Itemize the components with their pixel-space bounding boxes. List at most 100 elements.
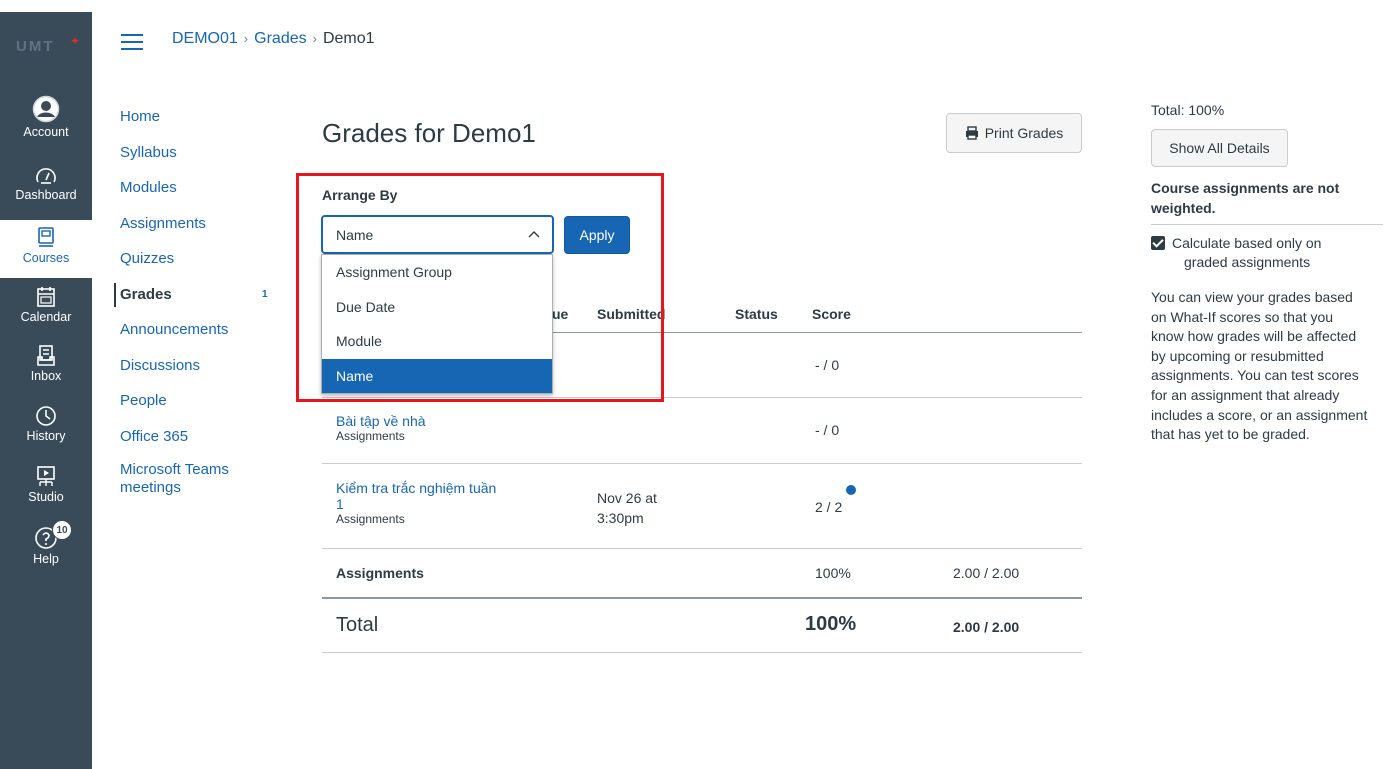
assignment-group-label: Assignments	[336, 429, 405, 443]
history-icon	[36, 406, 56, 426]
assignment-name-line1: Kiểm tra trắc nghiệm tuần	[336, 480, 497, 496]
nav-help[interactable]: Help 10	[0, 520, 92, 576]
nav-courses[interactable]: Courses	[0, 220, 92, 278]
whatif-line: for an assignment that already	[1151, 386, 1340, 403]
row3-score: 2 / 2	[815, 499, 843, 515]
option-assignment-group[interactable]: Assignment Group	[322, 255, 552, 290]
checkbox-line2: graded assignments	[1184, 254, 1311, 270]
header-score[interactable]: Score	[812, 306, 851, 322]
inbox-icon	[37, 345, 55, 366]
course-nav-assignments[interactable]: Assignments	[120, 213, 280, 249]
submitted-line2: 3:30pm	[597, 510, 644, 526]
nav-calendar[interactable]: Calendar	[0, 286, 92, 336]
calendar-icon	[37, 287, 55, 307]
row2-score: - / 0	[815, 422, 840, 438]
nav-account-label: Account	[23, 125, 69, 139]
assignment-name-line2: 1	[336, 496, 344, 512]
breadcrumb-separator: ›	[312, 31, 317, 46]
apply-button[interactable]: Apply	[564, 216, 630, 254]
assignment-link-kiem-tra[interactable]: Kiểm tra trắc nghiệm tuần 1	[336, 480, 496, 512]
total-percent: Total: 100%	[1151, 102, 1225, 118]
hamburger-menu-icon[interactable]	[121, 34, 143, 52]
header-due[interactable]: ue	[552, 306, 568, 322]
weighted-line1: Course assignments are not	[1151, 180, 1340, 196]
course-nav-grades[interactable]: Grades 1	[114, 282, 280, 320]
nav-calendar-label: Calendar	[20, 310, 72, 324]
row-divider	[322, 548, 1082, 549]
graded-only-checkbox[interactable]	[1151, 236, 1165, 250]
weighted-line2: weighted.	[1151, 200, 1216, 216]
whatif-line: by upcoming or resubmitted	[1151, 347, 1324, 364]
grades-count-badge: 1	[262, 288, 268, 300]
option-due-date[interactable]: Due Date	[322, 290, 552, 325]
total-row-percent: 100%	[805, 613, 857, 635]
umt-logo[interactable]: UMT ✦	[16, 34, 80, 58]
total-divider	[322, 597, 1082, 599]
whatif-line: that has yet to be graded.	[1151, 426, 1310, 443]
breadcrumb-current: Demo1	[322, 30, 375, 47]
dashboard-icon	[36, 168, 56, 184]
breadcrumb-separator: ›	[243, 31, 249, 46]
total-row-name: Total	[336, 614, 379, 636]
submitted-line1: Nov 26 at	[597, 490, 657, 506]
option-module[interactable]: Module	[322, 324, 552, 359]
checkbox-line1: Calculate based only on	[1172, 235, 1322, 251]
course-nav-discussions[interactable]: Discussions	[120, 355, 280, 391]
course-nav-grades-label: Grades	[120, 285, 172, 303]
arrange-by-select[interactable]: Name	[321, 215, 554, 254]
print-grades-button[interactable]: Print Grades	[946, 113, 1082, 153]
courses-icon	[38, 227, 54, 247]
nav-dashboard-label: Dashboard	[15, 188, 77, 202]
table-row: Bài tập về nhà Assignments	[336, 413, 426, 443]
whatif-line: know how grades will be affected	[1151, 328, 1357, 345]
header-submitted[interactable]: Submitted	[597, 306, 665, 322]
global-nav: UMT ✦ Account Dashboard Courses Calendar …	[0, 0, 92, 769]
header-status[interactable]: Status	[735, 306, 778, 322]
whatif-line: includes a score, or an assignment	[1151, 406, 1368, 423]
arrange-by-label: Arrange By	[322, 187, 398, 203]
studio-icon	[37, 466, 55, 486]
group-row-name: Assignments	[336, 565, 424, 581]
sidebar-divider	[1151, 224, 1383, 225]
whatif-line: assignments. You can test scores	[1151, 367, 1359, 384]
course-nav-modules[interactable]: Modules	[120, 177, 280, 213]
breadcrumb-course[interactable]: DEMO01	[172, 30, 238, 47]
option-name[interactable]: Name	[322, 358, 552, 393]
print-grades-label: Print Grades	[984, 125, 1064, 141]
unread-dot-icon	[846, 485, 856, 495]
nav-studio[interactable]: Studio	[0, 466, 92, 516]
course-nav: Home Syllabus Modules Assignments Quizze…	[114, 106, 280, 497]
row3-submitted: Nov 26 at 3:30pm	[597, 488, 657, 528]
course-nav-office365[interactable]: Office 365	[120, 426, 280, 462]
account-icon	[32, 95, 60, 123]
nav-history[interactable]: History	[0, 405, 92, 455]
course-nav-quizzes[interactable]: Quizzes	[120, 248, 280, 284]
show-all-details-button[interactable]: Show All Details	[1151, 129, 1288, 167]
course-nav-syllabus[interactable]: Syllabus	[120, 142, 280, 178]
nav-dashboard[interactable]: Dashboard	[0, 166, 92, 218]
assignment-link-bai-tap[interactable]: Bài tập về nhà	[336, 413, 426, 429]
group-row-percent: 100%	[815, 565, 851, 581]
page-title: Grades for Demo1	[322, 118, 536, 148]
nav-inbox[interactable]: Inbox	[0, 345, 92, 395]
logo-star-icon: ✦	[70, 34, 83, 48]
logo-text: UMT	[16, 38, 55, 55]
nav-inbox-label: Inbox	[30, 369, 62, 383]
row-divider	[322, 397, 1082, 398]
breadcrumb: DEMO01 › Grades › Demo1	[172, 30, 375, 48]
course-nav-home[interactable]: Home	[120, 106, 280, 142]
nav-history-label: History	[26, 429, 66, 443]
breadcrumb-grades[interactable]: Grades	[254, 30, 306, 47]
chevron-up-icon	[528, 231, 540, 238]
weighted-note: Course assignments are not weighted.	[1151, 178, 1339, 218]
global-nav-top-strip	[0, 0, 92, 12]
whatif-line: You can view your grades based	[1151, 289, 1353, 305]
course-nav-people[interactable]: People	[120, 390, 280, 426]
course-nav-teams[interactable]: Microsoft Teams meetings	[120, 461, 250, 497]
course-nav-announcements[interactable]: Announcements	[120, 319, 280, 355]
arrange-by-dropdown: Assignment Group Due Date Module Name	[321, 254, 553, 394]
group-row-points: 2.00 / 2.00	[953, 565, 1020, 581]
table-row: Kiểm tra trắc nghiệm tuần 1 Assignments	[336, 480, 496, 526]
nav-account[interactable]: Account	[0, 95, 92, 155]
help-badge: 10	[52, 520, 72, 540]
